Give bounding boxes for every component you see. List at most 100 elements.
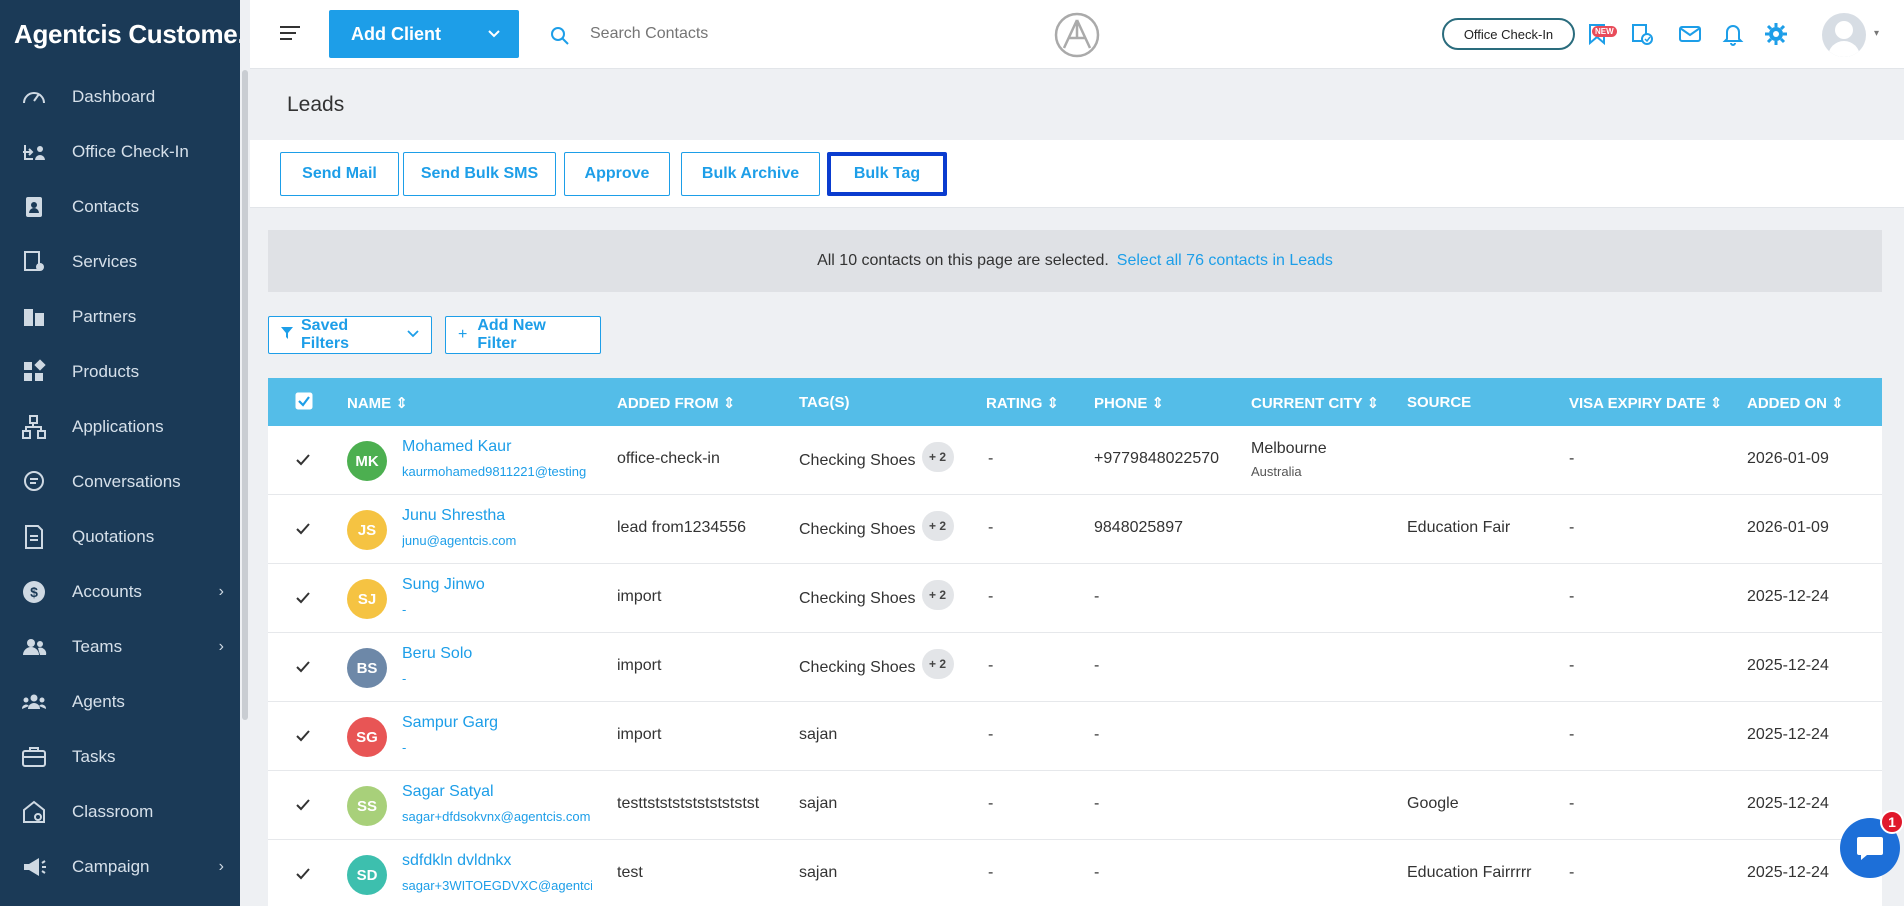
added-on-cell: 2025-12-24 xyxy=(1747,795,1829,812)
sidebar-item-classroom[interactable]: Classroom xyxy=(0,784,240,839)
sidebar-item-services[interactable]: Services xyxy=(0,234,240,289)
tag-label: sajan xyxy=(799,864,838,881)
tag-more-badge[interactable]: + 2 xyxy=(921,442,954,472)
header-name[interactable]: NAME ⇕ xyxy=(347,394,408,412)
row-checkbox[interactable] xyxy=(295,866,311,882)
source-cell: Education Fair xyxy=(1407,519,1511,536)
contact-email-link[interactable]: sagar+3WITOEGDVXC@agentcis. xyxy=(402,878,592,893)
sidebar-item-products[interactable]: Products xyxy=(0,344,240,399)
contact-email-link[interactable]: junu@agentcis.com xyxy=(402,533,516,548)
sidebar-item-dashboard[interactable]: Dashboard xyxy=(0,69,240,124)
leads-table: NAME ⇕ ADDED FROM ⇕ TAG(S) RATING ⇕ PHON… xyxy=(268,378,1882,906)
row-checkbox[interactable] xyxy=(295,728,311,744)
chevron-right-icon: › xyxy=(218,582,224,600)
added-on-cell: 2025-12-24 xyxy=(1747,588,1829,605)
contact-email-link[interactable]: - xyxy=(402,740,406,755)
bulk-archive-button[interactable]: Bulk Archive xyxy=(681,152,820,196)
office-checkin-button[interactable]: Office Check-In xyxy=(1442,18,1575,50)
page-title: Leads xyxy=(287,93,345,116)
table-row[interactable]: SD sdfdkln dvldnkx sagar+3WITOEGDVXC@agent… xyxy=(268,840,1882,906)
saved-filters-button[interactable]: Saved Filters xyxy=(268,316,432,354)
sidebar-scrollbar[interactable] xyxy=(242,70,248,720)
add-client-label: Add Client xyxy=(351,23,441,44)
header-visa-expiry[interactable]: VISA EXPIRY DATE ⇕ xyxy=(1569,394,1722,412)
contact-email-link[interactable]: - xyxy=(402,602,406,617)
row-checkbox[interactable] xyxy=(295,452,311,468)
contact-name-link[interactable]: sdfdkln dvldnkx xyxy=(402,852,511,870)
task-check-icon[interactable] xyxy=(1630,22,1654,51)
contact-name-link[interactable]: Sagar Satyal xyxy=(402,783,494,801)
chevron-down-icon xyxy=(407,326,419,344)
header-current-city[interactable]: CURRENT CITY ⇕ xyxy=(1251,394,1379,412)
contact-email-link[interactable]: - xyxy=(402,671,406,686)
sidebar-nav: Dashboard Office Check-In Contacts Services… xyxy=(0,69,240,894)
sidebar-item-teams[interactable]: Teams › xyxy=(0,619,240,674)
header-source: SOURCE xyxy=(1407,394,1472,411)
gear-icon[interactable] xyxy=(1764,22,1788,51)
avatar: SD xyxy=(347,855,387,895)
rating-cell: - xyxy=(988,657,994,674)
send-bulk-sms-button[interactable]: Send Bulk SMS xyxy=(403,152,556,196)
avatar: SS xyxy=(347,786,387,826)
contact-name-link[interactable]: Sung Jinwo xyxy=(402,576,485,594)
sidebar-item-office-check-in[interactable]: Office Check-In xyxy=(0,124,240,179)
row-checkbox[interactable] xyxy=(295,659,311,675)
sidebar-item-label: Tasks xyxy=(72,746,116,766)
header-added-from[interactable]: ADDED FROM ⇕ xyxy=(617,394,735,412)
add-new-filter-button[interactable]: + Add New Filter xyxy=(445,316,601,354)
header-phone[interactable]: PHONE ⇕ xyxy=(1094,394,1164,412)
tag-more-badge[interactable]: + 2 xyxy=(921,511,954,541)
bell-icon[interactable] xyxy=(1722,22,1744,51)
sidebar-item-partners[interactable]: Partners xyxy=(0,289,240,344)
table-row[interactable]: SG Sampur Garg - import sajan - - - 2025-12-24 xyxy=(268,702,1882,771)
contact-name-link[interactable]: Junu Shrestha xyxy=(402,507,505,525)
sidebar-item-label: Agents xyxy=(72,691,125,711)
user-avatar[interactable] xyxy=(1822,13,1866,57)
sidebar-item-conversations[interactable]: Conversations xyxy=(0,454,240,509)
table-row[interactable]: BS Beru Solo - import Checking Shoes + 2 - - - 20… xyxy=(268,633,1882,702)
rating-cell: - xyxy=(988,450,994,467)
sidebar-item-applications[interactable]: Applications xyxy=(0,399,240,454)
header-added-on[interactable]: ADDED ON ⇕ xyxy=(1747,394,1844,412)
tag-more-badge[interactable]: + 2 xyxy=(921,649,954,679)
add-client-button[interactable]: Add Client xyxy=(329,10,519,58)
contact-email-link[interactable]: kaurmohamed9811221@testing xyxy=(402,464,586,479)
sidebar-item-campaign[interactable]: Campaign › xyxy=(0,839,240,894)
sidebar-item-contacts[interactable]: Contacts xyxy=(0,179,240,234)
tags-cell: Checking Shoes + 2 xyxy=(799,580,954,610)
sidebar-item-accounts[interactable]: $ Accounts › xyxy=(0,564,240,619)
rating-cell: - xyxy=(988,864,994,881)
sidebar-item-agents[interactable]: Agents xyxy=(0,674,240,729)
avatar-caret-icon[interactable]: ▾ xyxy=(1874,28,1879,39)
sidebar-item-quotations[interactable]: Quotations xyxy=(0,509,240,564)
row-checkbox[interactable] xyxy=(295,521,311,537)
bulk-tag-button[interactable]: Bulk Tag xyxy=(827,152,947,196)
table-row[interactable]: SS Sagar Satyal sagar+dfdsokvnx@agentcis.c… xyxy=(268,771,1882,840)
row-checkbox[interactable] xyxy=(295,797,311,813)
contact-name-link[interactable]: Sampur Garg xyxy=(402,714,498,732)
select-all-checkbox[interactable] xyxy=(295,392,313,414)
agents-icon xyxy=(20,688,48,716)
search-input[interactable] xyxy=(590,18,890,50)
tag-more-badge[interactable]: + 2 xyxy=(921,580,954,610)
send-mail-button[interactable]: Send Mail xyxy=(280,152,399,196)
visa-expiry-cell: - xyxy=(1569,795,1575,812)
contact-email-link[interactable]: sagar+dfdsokvnx@agentcis.com xyxy=(402,809,590,824)
header-rating[interactable]: RATING ⇕ xyxy=(986,394,1059,412)
added-on-cell: 2025-12-24 xyxy=(1747,864,1829,881)
select-all-link[interactable]: Select all 76 contacts in Leads xyxy=(1117,252,1333,270)
contact-name-link[interactable]: Beru Solo xyxy=(402,645,472,663)
contact-name-link[interactable]: Mohamed Kaur xyxy=(402,438,511,456)
table-row[interactable]: JS Junu Shrestha junu@agentcis.com lead fro… xyxy=(268,495,1882,564)
row-checkbox[interactable] xyxy=(295,590,311,606)
chevron-down-icon[interactable] xyxy=(487,24,501,49)
hamburger-menu-icon[interactable] xyxy=(280,26,300,42)
sidebar-item-label: Partners xyxy=(72,306,137,326)
mail-icon[interactable] xyxy=(1678,22,1702,51)
search-icon[interactable] xyxy=(550,26,570,51)
table-row[interactable]: MK Mohamed Kaur kaurmohamed9811221@testing… xyxy=(268,426,1882,495)
added-from-cell: office-check-in xyxy=(617,450,720,467)
approve-button[interactable]: Approve xyxy=(564,152,670,196)
sidebar-item-tasks[interactable]: Tasks xyxy=(0,729,240,784)
table-row[interactable]: SJ Sung Jinwo - import Checking Shoes + 2 - - - 2… xyxy=(268,564,1882,633)
